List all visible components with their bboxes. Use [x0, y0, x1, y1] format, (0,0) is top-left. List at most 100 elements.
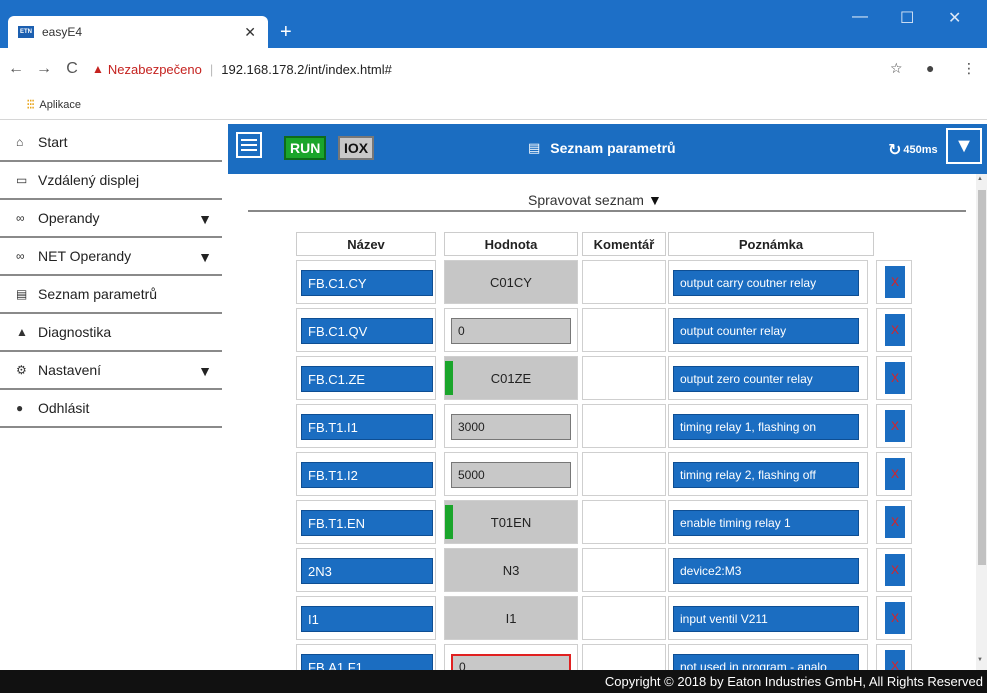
operand-name-field[interactable]: FB.C1.QV [301, 318, 433, 344]
browser-menu-icon[interactable]: ⋮ [962, 60, 976, 77]
operand-name-field[interactable]: I1 [301, 606, 433, 632]
name-cell: FB.C1.ZE [296, 356, 436, 400]
comment-cell[interactable] [582, 500, 666, 544]
sidebar-item-label: Diagnostika [38, 324, 112, 340]
value-display: I1 [445, 597, 577, 639]
delete-button[interactable]: X [885, 554, 905, 586]
reload-icon[interactable]: C [58, 60, 86, 78]
operand-name-field[interactable]: 2N3 [301, 558, 433, 584]
delete-cell: X [876, 596, 912, 640]
note-cell: output carry coutner relay [668, 260, 868, 304]
value-input[interactable]: 0 [451, 318, 571, 344]
comment-cell[interactable] [582, 452, 666, 496]
chevron-down-icon[interactable]: ▼ [198, 363, 212, 379]
column-header-name: Název [296, 232, 436, 256]
maximize-icon[interactable]: ☐ [900, 8, 914, 28]
delete-button[interactable]: X [885, 362, 905, 394]
delete-button[interactable]: X [885, 458, 905, 490]
table-row: FB.C1.QV 0 output counter relay X [296, 308, 916, 352]
active-indicator [445, 361, 453, 395]
security-label: Nezabezpečeno [107, 61, 202, 77]
forward-icon[interactable]: → [30, 60, 58, 78]
minimize-icon[interactable]: — [852, 8, 868, 26]
note-field[interactable]: input ventil V211 [673, 606, 859, 632]
sidebar-item-net-operands[interactable]: ∞ NET Operandy ▼ [0, 238, 222, 276]
sidebar-item-operands[interactable]: ∞ Operandy ▼ [0, 200, 222, 238]
warning-icon: ▲ [92, 62, 104, 76]
window-close-icon[interactable]: ✕ [948, 8, 961, 28]
operand-name-field[interactable]: FB.C1.CY [301, 270, 433, 296]
user-icon: ● [16, 401, 24, 415]
bookmark-apps-label[interactable]: Aplikace [39, 99, 81, 111]
value-display: C01CY [445, 261, 577, 303]
scroll-up-icon[interactable]: ▲ [977, 176, 983, 182]
comment-cell[interactable] [582, 308, 666, 352]
note-field[interactable]: device2:M3 [673, 558, 859, 584]
browser-tab-strip: ETN easyE4 ✕ + — ☐ ✕ [0, 0, 987, 48]
note-field[interactable]: output counter relay [673, 318, 859, 344]
delete-button[interactable]: X [885, 410, 905, 442]
name-cell: FB.C1.CY [296, 260, 436, 304]
bookmark-star-icon[interactable]: ☆ [890, 60, 903, 77]
divider [248, 210, 966, 212]
operand-name-field[interactable]: FB.C1.ZE [301, 366, 433, 392]
hamburger-menu-icon[interactable] [236, 132, 262, 158]
value-input[interactable]: 3000 [451, 414, 571, 440]
note-field[interactable]: timing relay 1, flashing on [673, 414, 859, 440]
delete-button[interactable]: X [885, 506, 905, 538]
page-title: ▤ Seznam parametrů [528, 140, 676, 156]
value-input[interactable]: 5000 [451, 462, 571, 488]
delete-button[interactable]: X [885, 602, 905, 634]
table-row: FB.C1.CY C01CY output carry coutner relay X [296, 260, 916, 304]
favicon-icon: ETN [18, 26, 34, 38]
comment-cell[interactable] [582, 356, 666, 400]
manage-list-label: Spravovat seznam [528, 192, 644, 208]
parameter-list-panel: Spravovat seznam ▼ Název Hodnota Komentář… [228, 174, 976, 684]
sidebar-item-remote-display[interactable]: ▭ Vzdálený displej [0, 162, 222, 200]
browser-tab[interactable]: ETN easyE4 ✕ [8, 16, 268, 48]
list-icon: ▤ [528, 140, 541, 155]
sidebar-item-settings[interactable]: ⚙ Nastavení ▼ [0, 352, 222, 390]
note-field[interactable]: timing relay 2, flashing off [673, 462, 859, 488]
bookmarks-bar: ⁝⁝⁝ Aplikace [0, 90, 987, 120]
cycle-time: ↻ 450ms [888, 140, 938, 160]
url-text: 192.168.178.2/int/index.html# [221, 61, 392, 77]
comment-cell[interactable] [582, 548, 666, 592]
tab-close-icon[interactable]: ✕ [244, 24, 256, 41]
back-icon[interactable]: ← [2, 60, 30, 78]
operand-name-field[interactable]: FB.T1.I1 [301, 414, 433, 440]
delete-cell: X [876, 500, 912, 544]
sidebar-item-label: Vzdálený displej [38, 172, 140, 188]
url-field[interactable]: ▲ Nezabezpečeno | 192.168.178.2/int/inde… [92, 62, 392, 77]
note-field[interactable]: output carry coutner relay [673, 270, 859, 296]
note-field[interactable]: enable timing relay 1 [673, 510, 859, 536]
link-icon: ∞ [16, 249, 25, 263]
scroll-down-icon[interactable]: ▼ [977, 657, 983, 663]
operand-name-field[interactable]: FB.T1.EN [301, 510, 433, 536]
sidebar-item-parameter-list[interactable]: ▤ Seznam parametrů [0, 276, 222, 314]
header-dropdown-button[interactable]: ▼ [946, 128, 982, 164]
url-separator: | [209, 61, 214, 77]
note-cell: output zero counter relay [668, 356, 868, 400]
operand-name-field[interactable]: FB.T1.I2 [301, 462, 433, 488]
value-cell: C01ZE [444, 356, 578, 400]
note-field[interactable]: output zero counter relay [673, 366, 859, 392]
tab-title: easyE4 [42, 25, 83, 39]
comment-cell[interactable] [582, 404, 666, 448]
caret-down-icon: ▼ [647, 192, 662, 208]
apps-grid-icon[interactable]: ⁝⁝⁝ [26, 96, 35, 113]
sidebar: ⌂ Start ▭ Vzdálený displej ∞ Operandy ▼ … [0, 124, 222, 684]
scrollbar-thumb[interactable] [978, 190, 986, 565]
account-icon[interactable]: ● [926, 60, 934, 76]
sidebar-item-logout[interactable]: ● Odhlásit [0, 390, 222, 428]
chevron-down-icon[interactable]: ▼ [198, 211, 212, 227]
comment-cell[interactable] [582, 596, 666, 640]
comment-cell[interactable] [582, 260, 666, 304]
new-tab-icon[interactable]: + [280, 22, 292, 42]
manage-list-toggle[interactable]: Spravovat seznam ▼ [528, 192, 662, 208]
sidebar-item-diagnostics[interactable]: ▲ Diagnostika [0, 314, 222, 352]
delete-button[interactable]: X [885, 314, 905, 346]
chevron-down-icon[interactable]: ▼ [198, 249, 212, 265]
delete-button[interactable]: X [885, 266, 905, 298]
sidebar-item-start[interactable]: ⌂ Start [0, 124, 222, 162]
